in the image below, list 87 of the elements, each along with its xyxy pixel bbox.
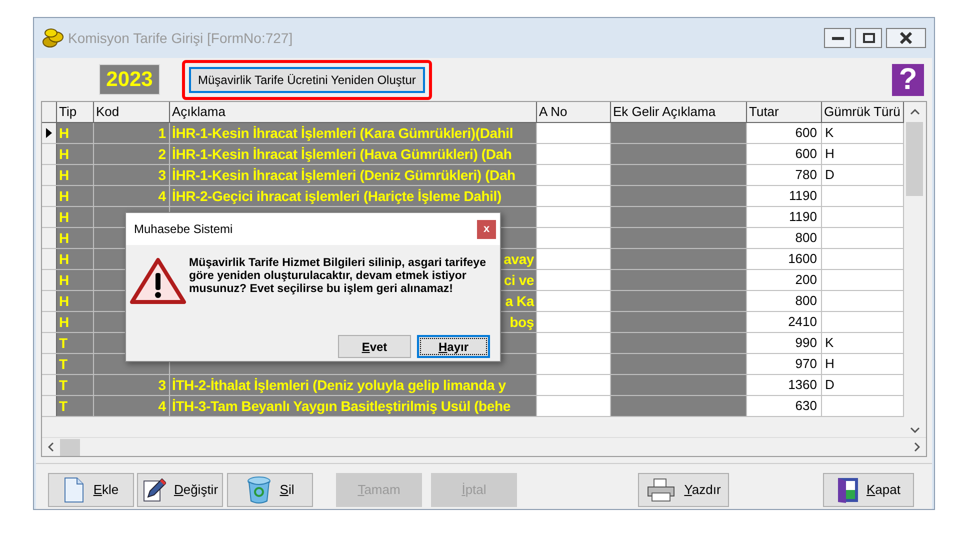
- pencil-icon: [142, 477, 166, 503]
- table-cell: İHR-1-Kesin İhracat İşlemleri (Deniz Gümrükleri) (Dah: [170, 165, 537, 185]
- table-cell: 1: [94, 123, 170, 143]
- table-cell: D: [822, 165, 904, 185]
- column-header[interactable]: Ek Gelir Açıklama: [611, 102, 747, 122]
- dialog-title: Muhasebe Sistemi: [134, 221, 233, 238]
- column-header[interactable]: Açıklama: [170, 102, 537, 122]
- door-icon: [836, 476, 858, 504]
- year-field: 2023: [99, 64, 160, 95]
- minimize-button[interactable]: [824, 28, 851, 48]
- table-cell: 780: [747, 165, 822, 185]
- dialog-button[interactable]: Evet: [338, 335, 411, 358]
- close-button[interactable]: [886, 28, 926, 48]
- table-cell: H: [57, 249, 94, 269]
- add-button[interactable]: Ekle: [48, 473, 134, 507]
- edit-button[interactable]: Değiştir: [137, 473, 223, 507]
- table-cell: 1600: [747, 249, 822, 269]
- table-cell: 1360: [747, 375, 822, 395]
- row-pointer-icon: [46, 128, 52, 138]
- table-cell: 4: [94, 396, 170, 416]
- table-cell: 2410: [747, 312, 822, 332]
- document-icon: [63, 477, 86, 503]
- scroll-thumb[interactable]: [906, 122, 923, 196]
- table-cell: 200: [747, 270, 822, 290]
- recycle-bin-icon: [246, 476, 272, 504]
- table-cell: H: [57, 144, 94, 164]
- table-cell: 3: [94, 375, 170, 395]
- table-cell: 600: [747, 144, 822, 164]
- minimize-icon: [832, 36, 844, 40]
- close-button[interactable]: Kapat: [823, 473, 914, 507]
- table-cell: T: [57, 333, 94, 353]
- column-header[interactable]: Kod: [94, 102, 170, 122]
- print-button[interactable]: Yazdır: [638, 473, 729, 507]
- table-cell: T: [57, 396, 94, 416]
- table-cell: H: [57, 228, 94, 248]
- table-cell: K: [822, 123, 904, 143]
- rebuild-tariff-button[interactable]: Müşavirlik Tarife Ücretini Yeniden Oluştur: [189, 66, 425, 92]
- table-cell: İHR-1-Kesin İhracat İşlemleri (Hava Gümrükleri) (Dah: [170, 144, 537, 164]
- table-cell: 800: [747, 291, 822, 311]
- warning-icon: [130, 257, 186, 305]
- horizontal-scrollbar[interactable]: [42, 437, 926, 456]
- close-icon: [899, 32, 913, 44]
- table-cell: 970: [747, 354, 822, 374]
- scroll-down-icon: [910, 427, 920, 433]
- scroll-thumb[interactable]: [60, 438, 80, 456]
- column-header[interactable]: Tip: [57, 102, 94, 122]
- dialog-button[interactable]: Hayır: [417, 335, 490, 358]
- table-cell: 800: [747, 228, 822, 248]
- maximize-button[interactable]: [855, 28, 882, 48]
- table-cell: 1190: [747, 186, 822, 206]
- table-cell: H: [822, 354, 904, 374]
- table-cell: İHR-1-Kesin İhracat İşlemleri (Kara Gümrükleri)(Dahil: [170, 123, 537, 143]
- table-cell: 990: [747, 333, 822, 353]
- table-cell: 630: [747, 396, 822, 416]
- table-cell: K: [822, 333, 904, 353]
- table-cell: H: [57, 291, 94, 311]
- table-cell: T: [57, 354, 94, 374]
- column-header[interactable]: Tutar: [747, 102, 822, 122]
- table-cell: H: [822, 144, 904, 164]
- maximize-icon: [862, 33, 874, 43]
- table-cell: İTH-2-İthalat İşlemleri (Deniz yoluyla gelip limanda y: [170, 375, 537, 395]
- printer-icon: [646, 478, 676, 502]
- table-cell: 2: [94, 144, 170, 164]
- table-cell: T: [57, 375, 94, 395]
- table-cell: D: [822, 375, 904, 395]
- table-cell: H: [57, 270, 94, 290]
- table-cell: 4: [94, 186, 170, 206]
- table-cell: H: [57, 123, 94, 143]
- scroll-left-icon: [48, 442, 54, 452]
- dialog-close-button[interactable]: x: [477, 220, 496, 238]
- coins-icon: [42, 28, 64, 48]
- table-cell: 3: [94, 165, 170, 185]
- delete-button[interactable]: Sil: [227, 473, 313, 507]
- window-title: Komisyon Tarife Girişi [FormNo:727]: [68, 28, 293, 48]
- table-cell: İTH-3-Tam Beyanlı Yaygın Basitleştirilmiş Usül (behe: [170, 396, 537, 416]
- table-cell: H: [57, 312, 94, 332]
- scroll-right-icon: [914, 442, 920, 452]
- table-cell: İHR-2-Geçici ihracat işlemleri (Hariçte İşleme Dahil): [170, 186, 537, 206]
- help-button[interactable]: ?: [892, 64, 924, 96]
- scroll-up-icon: [910, 109, 920, 115]
- table-cell: 600: [747, 123, 822, 143]
- column-header[interactable]: A No: [537, 102, 611, 122]
- table-cell: H: [57, 165, 94, 185]
- table-cell: H: [57, 207, 94, 227]
- table-cell: 1190: [747, 207, 822, 227]
- column-header[interactable]: Gümrük Türü: [822, 102, 904, 122]
- table-cell: H: [57, 186, 94, 206]
